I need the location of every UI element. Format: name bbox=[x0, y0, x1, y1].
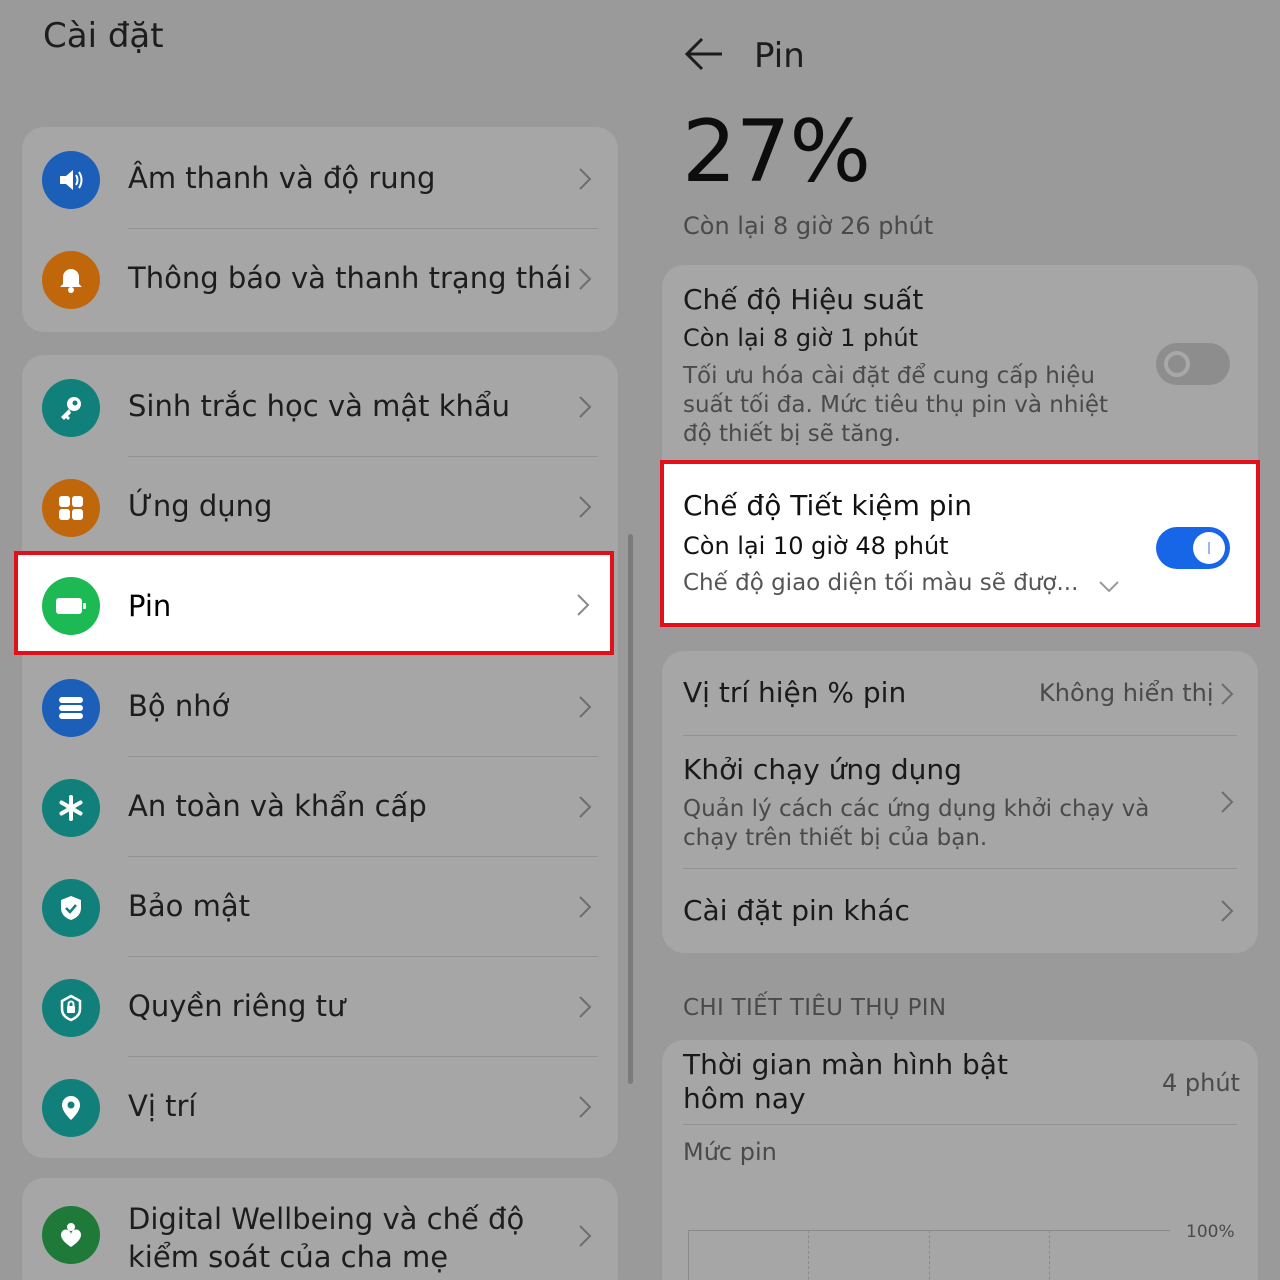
other-battery-settings-label: Cài đặt pin khác bbox=[683, 894, 910, 927]
sidebar-item-security[interactable]: Bảo mật bbox=[22, 857, 618, 957]
back-arrow-icon[interactable] bbox=[684, 36, 724, 72]
settings-group-1: Âm thanh và độ rung Thông báo và thanh t… bbox=[22, 127, 618, 332]
sidebar-item-biometrics[interactable]: Sinh trắc học và mật khẩu bbox=[22, 357, 618, 457]
sidebar-item-sound[interactable]: Âm thanh và độ rung bbox=[22, 129, 618, 229]
chevron-right-icon bbox=[579, 268, 592, 290]
performance-mode-title: Chế độ Hiệu suất bbox=[683, 283, 924, 316]
chevron-right-icon bbox=[579, 796, 592, 818]
performance-mode-toggle[interactable] bbox=[1156, 343, 1230, 385]
battery-level-label: Mức pin bbox=[683, 1138, 777, 1166]
sidebar-item-privacy[interactable]: Quyền riêng tư bbox=[22, 957, 618, 1057]
battery-icon bbox=[42, 577, 100, 635]
sidebar-item-digital-wellbeing[interactable]: Digital Wellbeing và chế độ kiểm soát củ… bbox=[22, 1178, 618, 1280]
page-title: Cài đặt bbox=[43, 16, 164, 56]
divider bbox=[683, 735, 1237, 736]
sidebar-item-storage[interactable]: Bộ nhớ bbox=[22, 657, 618, 757]
speaker-icon bbox=[42, 151, 100, 209]
sidebar-item-label: Bảo mật bbox=[128, 889, 251, 923]
screen-on-time-value: 4 phút bbox=[1162, 1069, 1240, 1097]
sidebar-item-label: Quyền riêng tư bbox=[128, 989, 346, 1023]
battery-percent-position-label: Vị trí hiện % pin bbox=[683, 676, 907, 709]
label-line-2: hôm nay bbox=[683, 1082, 806, 1115]
settings-panel: Cài đặt Âm thanh và độ rung Thông báo và… bbox=[0, 0, 640, 1280]
app-launch-label: Khởi chạy ứng dụng bbox=[683, 753, 962, 786]
sidebar-item-label: Sinh trắc học và mật khẩu bbox=[128, 389, 511, 423]
divider bbox=[683, 868, 1237, 869]
performance-mode-description: Tối ưu hóa cài đặt để cung cấp hiệu suất… bbox=[683, 363, 1109, 447]
chevron-right-icon bbox=[1221, 900, 1234, 922]
chevron-right-icon bbox=[579, 396, 592, 418]
chevron-right-icon bbox=[579, 168, 592, 190]
settings-group-2: Sinh trắc học và mật khẩu Ứng dụng Bộ nh… bbox=[22, 355, 618, 1158]
chevron-right-icon bbox=[579, 896, 592, 918]
sidebar-item-apps[interactable]: Ứng dụng bbox=[22, 457, 618, 557]
battery-saver-toggle[interactable] bbox=[1156, 527, 1230, 569]
key-icon bbox=[42, 379, 100, 437]
label-line-1: Digital Wellbeing và chế độ bbox=[128, 1202, 525, 1236]
chevron-right-icon bbox=[577, 594, 590, 616]
chevron-right-icon bbox=[1221, 791, 1234, 813]
battery-panel: Pin 27% Còn lại 8 giờ 26 phút Chế độ Hiệ… bbox=[640, 0, 1280, 1280]
sidebar-item-label: Vị trí bbox=[128, 1089, 197, 1123]
remaining-time: Còn lại 8 giờ 26 phút bbox=[683, 212, 934, 240]
chevron-right-icon bbox=[579, 696, 592, 718]
chevron-right-icon bbox=[579, 496, 592, 518]
battery-saver-remaining: Còn lại 10 giờ 48 phút bbox=[683, 532, 949, 560]
sidebar-item-notifications[interactable]: Thông báo và thanh trạng thái bbox=[22, 229, 618, 329]
settings-group-3: Digital Wellbeing và chế độ kiểm soát củ… bbox=[22, 1178, 618, 1280]
sidebar-item-safety[interactable]: An toàn và khẩn cấp bbox=[22, 757, 618, 857]
chart-gridline bbox=[1049, 1230, 1050, 1280]
label-line-1: Thời gian màn hình bật bbox=[683, 1048, 1008, 1081]
scrollbar[interactable] bbox=[628, 534, 633, 1084]
sidebar-item-label: An toàn và khẩn cấp bbox=[128, 789, 427, 823]
chevron-right-icon bbox=[579, 1225, 592, 1247]
battery-saver-description: Chế độ giao diện tối màu sẽ đượ... bbox=[683, 570, 1079, 596]
sidebar-item-label: Ứng dụng bbox=[128, 489, 273, 523]
chart-gridline bbox=[929, 1230, 930, 1280]
label-line-2: kiểm soát của cha mẹ bbox=[128, 1240, 449, 1274]
privacy-lock-icon bbox=[42, 979, 100, 1037]
sidebar-item-label: Bộ nhớ bbox=[128, 689, 230, 723]
chevron-right-icon bbox=[579, 1096, 592, 1118]
sidebar-item-label: Pin bbox=[128, 589, 172, 623]
toggle-knob bbox=[1193, 532, 1225, 564]
chevron-right-icon bbox=[1221, 683, 1234, 705]
chevron-right-icon bbox=[579, 996, 592, 1018]
chevron-down-icon[interactable] bbox=[1098, 580, 1120, 594]
usage-section-header: CHI TIẾT TIÊU THỤ PIN bbox=[683, 995, 947, 1021]
asterisk-icon bbox=[42, 779, 100, 837]
battery-percent-position-value: Không hiển thị bbox=[1039, 679, 1214, 707]
shield-icon bbox=[42, 879, 100, 937]
apps-grid-icon bbox=[42, 479, 100, 537]
battery-saver-row[interactable]: Chế độ Tiết kiệm pin Còn lại 10 giờ 48 p… bbox=[660, 460, 1260, 627]
sidebar-item-label: Âm thanh và độ rung bbox=[128, 161, 436, 195]
sidebar-item-battery[interactable]: Pin bbox=[14, 551, 614, 655]
sidebar-item-location[interactable]: Vị trí bbox=[22, 1057, 618, 1157]
chart-max-label: 100% bbox=[1186, 1222, 1235, 1242]
sidebar-item-label: Thông báo và thanh trạng thái bbox=[128, 261, 572, 295]
page-title: Pin bbox=[754, 36, 805, 76]
storage-icon bbox=[42, 679, 100, 737]
app-launch-description: Quản lý cách các ứng dụng khởi chạy và c… bbox=[683, 796, 1150, 851]
sidebar-item-label: Digital Wellbeing và chế độ kiểm soát củ… bbox=[128, 1200, 524, 1276]
performance-mode-remaining: Còn lại 8 giờ 1 phút bbox=[683, 324, 919, 352]
chart-gridline bbox=[808, 1230, 809, 1280]
location-pin-icon bbox=[42, 1079, 100, 1137]
toggle-knob bbox=[1164, 351, 1190, 377]
battery-saver-title: Chế độ Tiết kiệm pin bbox=[683, 489, 973, 522]
battery-percent: 27% bbox=[682, 102, 871, 202]
bell-icon bbox=[42, 251, 100, 309]
heart-person-icon bbox=[42, 1206, 100, 1264]
screen-on-time-label: Thời gian màn hình bật hôm nay bbox=[683, 1048, 1008, 1116]
divider bbox=[683, 1124, 1237, 1125]
